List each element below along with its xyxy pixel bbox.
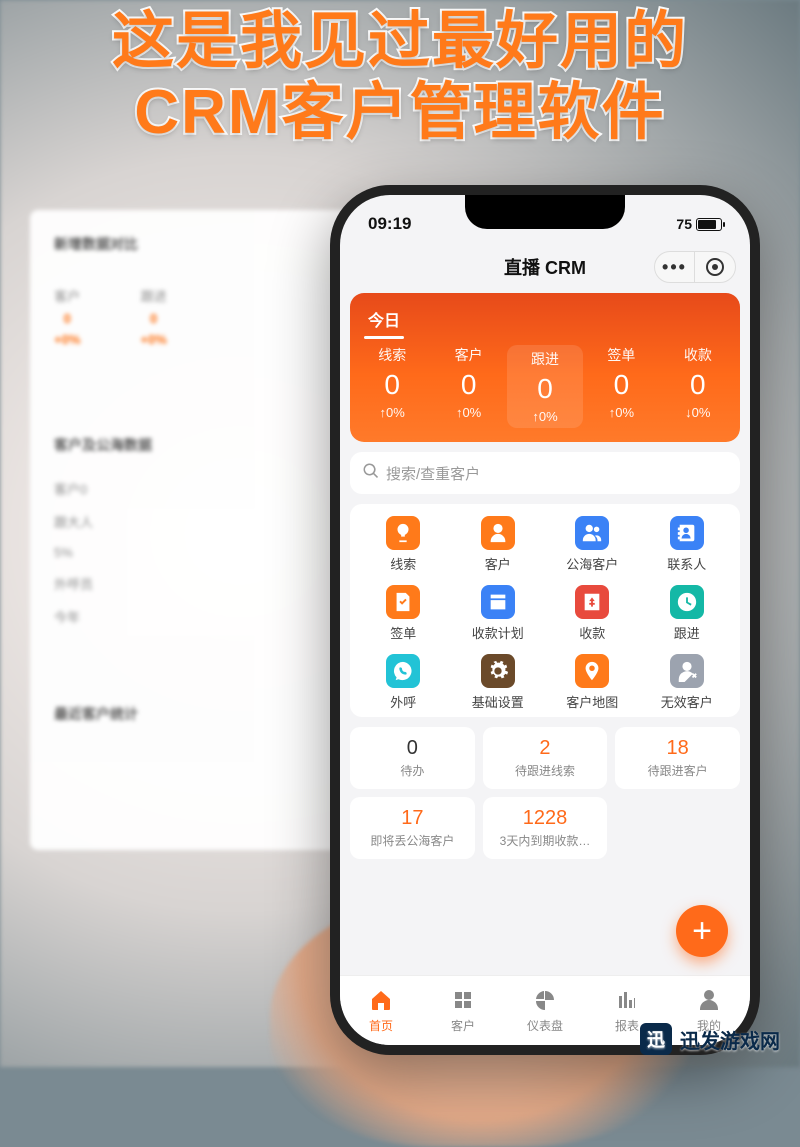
follow-icon [670, 585, 704, 619]
dashboard-metric[interactable]: 线索0↑0% [354, 345, 430, 428]
notch [465, 195, 625, 229]
close-miniprogram-button[interactable] [695, 252, 735, 282]
miniprogram-capsule[interactable]: ••• [654, 251, 736, 283]
module-follow[interactable]: 跟进 [640, 585, 735, 642]
stat-tile[interactable]: 17即将丢公海客户 [350, 797, 475, 859]
add-fab-button[interactable]: + [676, 905, 728, 957]
money-icon [575, 585, 609, 619]
monitor-panel: 新增数据对比 客户0+0% 跟进0+0% 客户及公海数据 客户0 跟大人 5% … [30, 210, 380, 850]
pool-icon [575, 516, 609, 550]
dashboard-metric[interactable]: 收款0↓0% [660, 345, 736, 428]
contact-icon [670, 516, 704, 550]
pin-icon [575, 654, 609, 688]
watermark-brand: 迅 迅发游戏网 [640, 1023, 780, 1055]
tab-icon [615, 988, 639, 1015]
person-icon [481, 516, 515, 550]
module-plan[interactable]: 收款计划 [451, 585, 546, 642]
plan-icon [481, 585, 515, 619]
monitor-section-title: 新增数据对比 [54, 234, 356, 254]
stat-tile[interactable]: 12283天内到期收款… [483, 797, 608, 859]
dashboard-metric[interactable]: 跟进0↑0% [507, 345, 583, 428]
status-time: 09:19 [368, 214, 411, 234]
today-dashboard-card: 今日 线索0↑0%客户0↑0%跟进0↑0%签单0↑0%收款0↓0% [350, 293, 740, 442]
search-placeholder: 搜索/查重客户 [386, 463, 480, 484]
tab-icon [697, 988, 721, 1015]
module-contact[interactable]: 联系人 [640, 516, 735, 573]
tab-客户[interactable]: 客户 [422, 976, 504, 1045]
title-bar: 直播 CRM ••• [340, 245, 750, 289]
overlay-caption: 这是我见过最好用的 CRM客户管理软件 [0, 6, 800, 149]
module-pool[interactable]: 公海客户 [545, 516, 640, 573]
brand-logo-icon: 迅 [640, 1023, 672, 1055]
stat-tile[interactable]: 18待跟进客户 [615, 727, 740, 789]
tab-icon [533, 988, 557, 1015]
stat-tile[interactable]: 2待跟进线索 [483, 727, 608, 789]
monitor-section-title: 客户及公海数据 [54, 435, 356, 455]
module-sign[interactable]: 签单 [356, 585, 451, 642]
dashboard-metric[interactable]: 签单0↑0% [583, 345, 659, 428]
call-icon [386, 654, 420, 688]
module-lead[interactable]: 线索 [356, 516, 451, 573]
summary-tiles-row2: 17即将丢公海客户12283天内到期收款… [350, 797, 740, 859]
plus-icon: + [692, 912, 712, 951]
module-call[interactable]: 外呼 [356, 654, 451, 711]
module-pin[interactable]: 客户地图 [545, 654, 640, 711]
invalid-icon [670, 654, 704, 688]
module-person[interactable]: 客户 [451, 516, 546, 573]
search-input[interactable]: 搜索/查重客户 [350, 452, 740, 494]
lead-icon [386, 516, 420, 550]
search-icon [362, 462, 380, 484]
summary-tiles-row1: 0待办2待跟进线索18待跟进客户 [350, 727, 740, 789]
tab-icon [369, 988, 393, 1015]
sign-icon [386, 585, 420, 619]
monitor-section-title: 最近客户统计 [54, 704, 356, 724]
module-gear[interactable]: 基础设置 [451, 654, 546, 711]
dashboard-tab-today[interactable]: 今日 [362, 303, 406, 335]
tab-仪表盘[interactable]: 仪表盘 [504, 976, 586, 1045]
modules-card: 线索客户公海客户联系人签单收款计划收款跟进外呼基础设置客户地图无效客户 [350, 504, 740, 717]
stat-tile[interactable]: 0待办 [350, 727, 475, 789]
more-menu-button[interactable]: ••• [655, 252, 695, 282]
phone-device: 09:19 75 直播 CRM ••• [330, 185, 760, 1055]
tab-首页[interactable]: 首页 [340, 976, 422, 1045]
gear-icon [481, 654, 515, 688]
module-invalid[interactable]: 无效客户 [640, 654, 735, 711]
app-title: 直播 CRM [504, 254, 586, 280]
phone-screen: 09:19 75 直播 CRM ••• [340, 195, 750, 1045]
battery-indicator: 75 [676, 216, 722, 232]
tab-icon [451, 988, 475, 1015]
module-money[interactable]: 收款 [545, 585, 640, 642]
dashboard-metric[interactable]: 客户0↑0% [430, 345, 506, 428]
